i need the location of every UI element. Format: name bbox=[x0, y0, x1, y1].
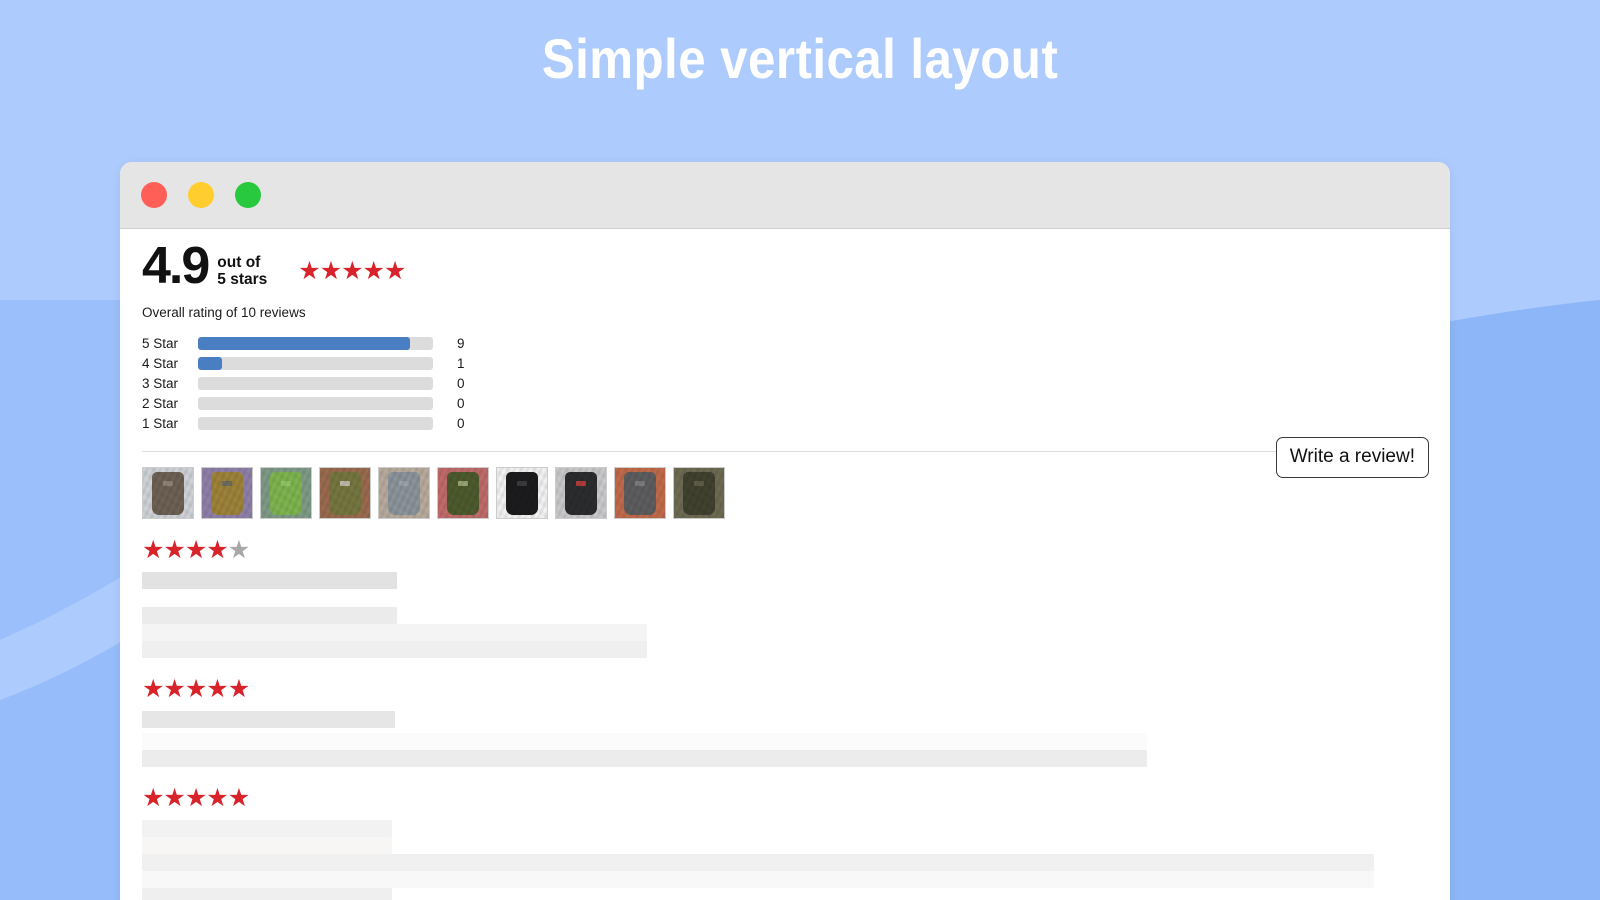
thumbnail-texture bbox=[615, 467, 665, 518]
star-filled-icon: ★ bbox=[163, 535, 185, 564]
review-photo-thumbnail[interactable] bbox=[496, 466, 548, 519]
star-filled-icon: ★ bbox=[206, 674, 228, 703]
histogram-row-label: 1 Star bbox=[142, 416, 179, 432]
histogram-row[interactable]: 4 Star 1 bbox=[142, 354, 1428, 374]
out-of-label-line2: 5 stars bbox=[217, 271, 268, 289]
thumbnail-texture bbox=[497, 467, 547, 518]
minimize-window-button[interactable] bbox=[188, 182, 214, 208]
review-photo-thumbnail[interactable] bbox=[614, 466, 666, 519]
review-photo-strip bbox=[142, 466, 1428, 519]
histogram-row-count: 1 bbox=[457, 356, 465, 372]
browser-window: 4.9 out of 5 stars ★★★★★ Overall rating … bbox=[120, 162, 1450, 900]
review-photo-thumbnail[interactable] bbox=[378, 466, 430, 519]
placeholder-line bbox=[142, 836, 392, 854]
star-filled-icon: ★ bbox=[206, 535, 228, 564]
histogram-row-count: 0 bbox=[457, 396, 465, 412]
review-photo-thumbnail[interactable] bbox=[673, 466, 725, 519]
rating-summary: 4.9 out of 5 stars ★★★★★ bbox=[142, 237, 1428, 295]
out-of-five-label: out of 5 stars bbox=[217, 254, 267, 291]
thumbnail-texture bbox=[143, 467, 193, 518]
placeholder-line bbox=[142, 710, 395, 728]
thumbnail-texture bbox=[379, 467, 429, 518]
star-filled-icon: ★ bbox=[206, 783, 228, 812]
thumbnail-texture bbox=[320, 467, 370, 518]
star-filled-icon: ★ bbox=[163, 674, 185, 703]
placeholder-gap bbox=[142, 589, 1428, 607]
histogram-row[interactable]: 2 Star 0 bbox=[142, 394, 1428, 414]
histogram-row[interactable]: 5 Star 9 bbox=[142, 334, 1428, 354]
placeholder-line bbox=[142, 640, 647, 658]
histogram-row-label: 4 Star bbox=[142, 356, 179, 372]
review-star-rating-icon: ★★★★★ bbox=[142, 674, 1428, 703]
histogram-bar-fill bbox=[198, 357, 222, 371]
placeholder-line bbox=[142, 623, 647, 641]
review-list: ★★★★★ ★★★★★ ★★★★★ bbox=[142, 535, 1428, 900]
review-photo-thumbnail[interactable] bbox=[319, 466, 371, 519]
star-filled-icon: ★ bbox=[142, 674, 164, 703]
review-item: ★★★★★ bbox=[142, 674, 1428, 767]
window-titlebar bbox=[120, 162, 1450, 229]
close-window-button[interactable] bbox=[141, 182, 167, 208]
histogram-row-label: 5 Star bbox=[142, 336, 179, 352]
star-empty-icon: ★ bbox=[227, 535, 250, 564]
thumbnail-texture bbox=[261, 467, 311, 518]
maximize-window-button[interactable] bbox=[235, 182, 261, 208]
review-text-placeholder bbox=[142, 819, 1428, 900]
review-photo-thumbnail[interactable] bbox=[260, 466, 312, 519]
placeholder-line bbox=[142, 732, 1147, 750]
thumbnail-texture bbox=[202, 467, 252, 518]
review-star-rating-icon: ★★★★★ bbox=[142, 783, 1428, 812]
review-photo-thumbnail[interactable] bbox=[555, 466, 607, 519]
star-filled-icon: ★ bbox=[227, 783, 250, 812]
star-filled-icon: ★ bbox=[227, 674, 250, 703]
histogram-bar-track bbox=[198, 337, 433, 351]
star-filled-icon: ★ bbox=[142, 535, 164, 564]
rating-histogram: 5 Star 9 4 Star 1 3 Star 0 2 Star 0 1 Star 0 bbox=[142, 334, 1428, 434]
star-filled-icon: ★ bbox=[184, 783, 207, 812]
star-filled-icon: ★ bbox=[184, 674, 207, 703]
review-item: ★★★★★ bbox=[142, 783, 1428, 900]
placeholder-line bbox=[142, 853, 1374, 871]
histogram-row[interactable]: 3 Star 0 bbox=[142, 374, 1428, 394]
placeholder-line bbox=[142, 887, 392, 900]
review-photo-thumbnail[interactable] bbox=[201, 466, 253, 519]
overall-rating-text: Overall rating of 10 reviews bbox=[142, 304, 306, 320]
summary-star-rating-icon: ★★★★★ bbox=[298, 256, 406, 285]
reviews-panel: 4.9 out of 5 stars ★★★★★ Overall rating … bbox=[120, 229, 1450, 900]
histogram-row-count: 9 bbox=[457, 336, 465, 352]
thumbnail-texture bbox=[674, 467, 724, 518]
histogram-row-label: 3 Star bbox=[142, 376, 179, 392]
out-of-label-line1: out of bbox=[217, 254, 261, 272]
histogram-row[interactable]: 1 Star 0 bbox=[142, 414, 1428, 434]
placeholder-line bbox=[142, 606, 397, 624]
section-divider bbox=[142, 450, 1428, 452]
review-text-placeholder bbox=[142, 571, 1428, 658]
write-a-review-button[interactable]: Write a review! bbox=[1275, 437, 1429, 478]
placeholder-line bbox=[142, 819, 392, 837]
star-filled-icon: ★ bbox=[163, 783, 185, 812]
histogram-row-label: 2 Star bbox=[142, 396, 179, 412]
histogram-bar-track bbox=[198, 397, 433, 411]
histogram-bar-track bbox=[198, 357, 433, 371]
review-star-rating-icon: ★★★★★ bbox=[142, 535, 1428, 564]
review-text-placeholder bbox=[142, 710, 1428, 767]
review-photo-thumbnail[interactable] bbox=[142, 466, 194, 519]
review-photo-thumbnail[interactable] bbox=[437, 466, 489, 519]
thumbnail-texture bbox=[438, 467, 488, 518]
thumbnail-texture bbox=[556, 467, 606, 518]
placeholder-line bbox=[142, 749, 1147, 767]
histogram-bar-fill bbox=[198, 337, 410, 351]
histogram-row-count: 0 bbox=[457, 376, 465, 392]
review-item: ★★★★★ bbox=[142, 535, 1428, 658]
average-rating-score: 4.9 bbox=[142, 237, 210, 295]
placeholder-line bbox=[142, 571, 397, 589]
placeholder-line bbox=[142, 870, 1374, 888]
histogram-row-count: 0 bbox=[457, 416, 465, 432]
histogram-bar-track bbox=[198, 417, 433, 431]
star-filled-icon: ★ bbox=[142, 783, 164, 812]
star-filled-icon: ★ bbox=[184, 535, 207, 564]
page-title: Simple vertical layout bbox=[541, 27, 1059, 90]
histogram-bar-track bbox=[198, 377, 433, 391]
